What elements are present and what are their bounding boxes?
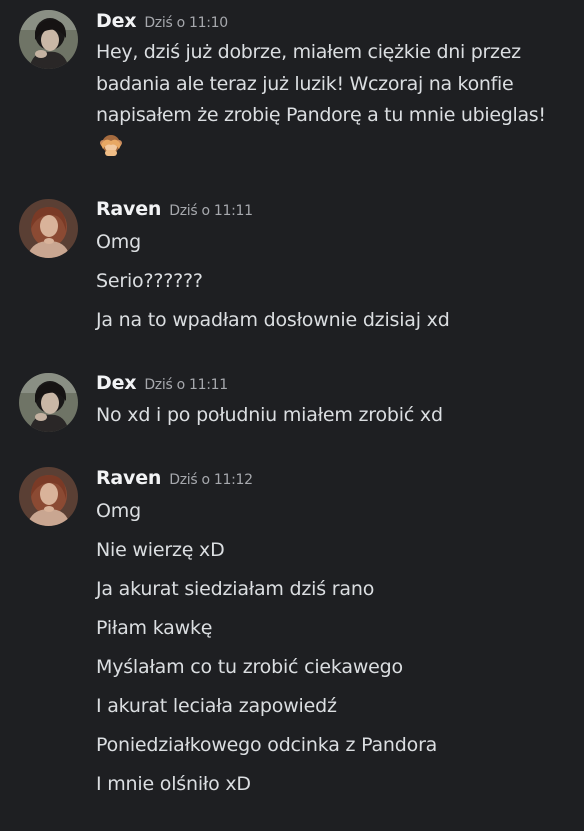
avatar[interactable] (19, 373, 78, 432)
message-author[interactable]: Raven (96, 467, 161, 489)
message-author[interactable]: Raven (96, 198, 161, 220)
message-text: Omg (96, 231, 141, 253)
message-text: Ja na to wpadłam dosłownie dzisiaj xd (96, 309, 450, 331)
message-text: Myślałam co tu zrobić ciekawego (96, 656, 403, 678)
chat-message-list: Dex Dziś o 11:10 Hey, dziś już dobrze, mi… (0, 0, 584, 831)
message-text: Poniedziałkowego odcinka z Pandora (96, 734, 438, 756)
message-timestamp: Dziś o 11:10 (144, 15, 228, 31)
avatar[interactable] (19, 10, 78, 69)
avatar[interactable] (19, 199, 78, 258)
message-text: I akurat leciała zapowiedź (96, 695, 337, 717)
see-no-evil-monkey-icon (98, 132, 124, 158)
message-text-content: Hey, dziś już dobrze, miałem ciężkie dni… (96, 41, 546, 126)
message-text: Ja akurat siedziałam dziś rano (96, 578, 375, 600)
message-author[interactable]: Dex (96, 372, 137, 394)
message-timestamp: Dziś o 11:12 (169, 472, 253, 488)
message-text: Piłam kawkę (96, 617, 213, 639)
message-text: Serio?????? (96, 270, 203, 292)
message-text: Omg (96, 500, 141, 522)
message-timestamp: Dziś o 11:11 (144, 377, 228, 393)
message-text: Nie wierzę xD (96, 539, 225, 561)
message-text: Hey, dziś już dobrze, miałem ciężkie dni… (96, 37, 558, 164)
avatar[interactable] (19, 467, 78, 526)
message-text: No xd i po południu miałem zrobić xd (96, 404, 443, 426)
message-author[interactable]: Dex (96, 10, 137, 32)
message-timestamp: Dziś o 11:11 (169, 203, 253, 219)
message-text: I mnie olśniło xD (96, 773, 251, 795)
